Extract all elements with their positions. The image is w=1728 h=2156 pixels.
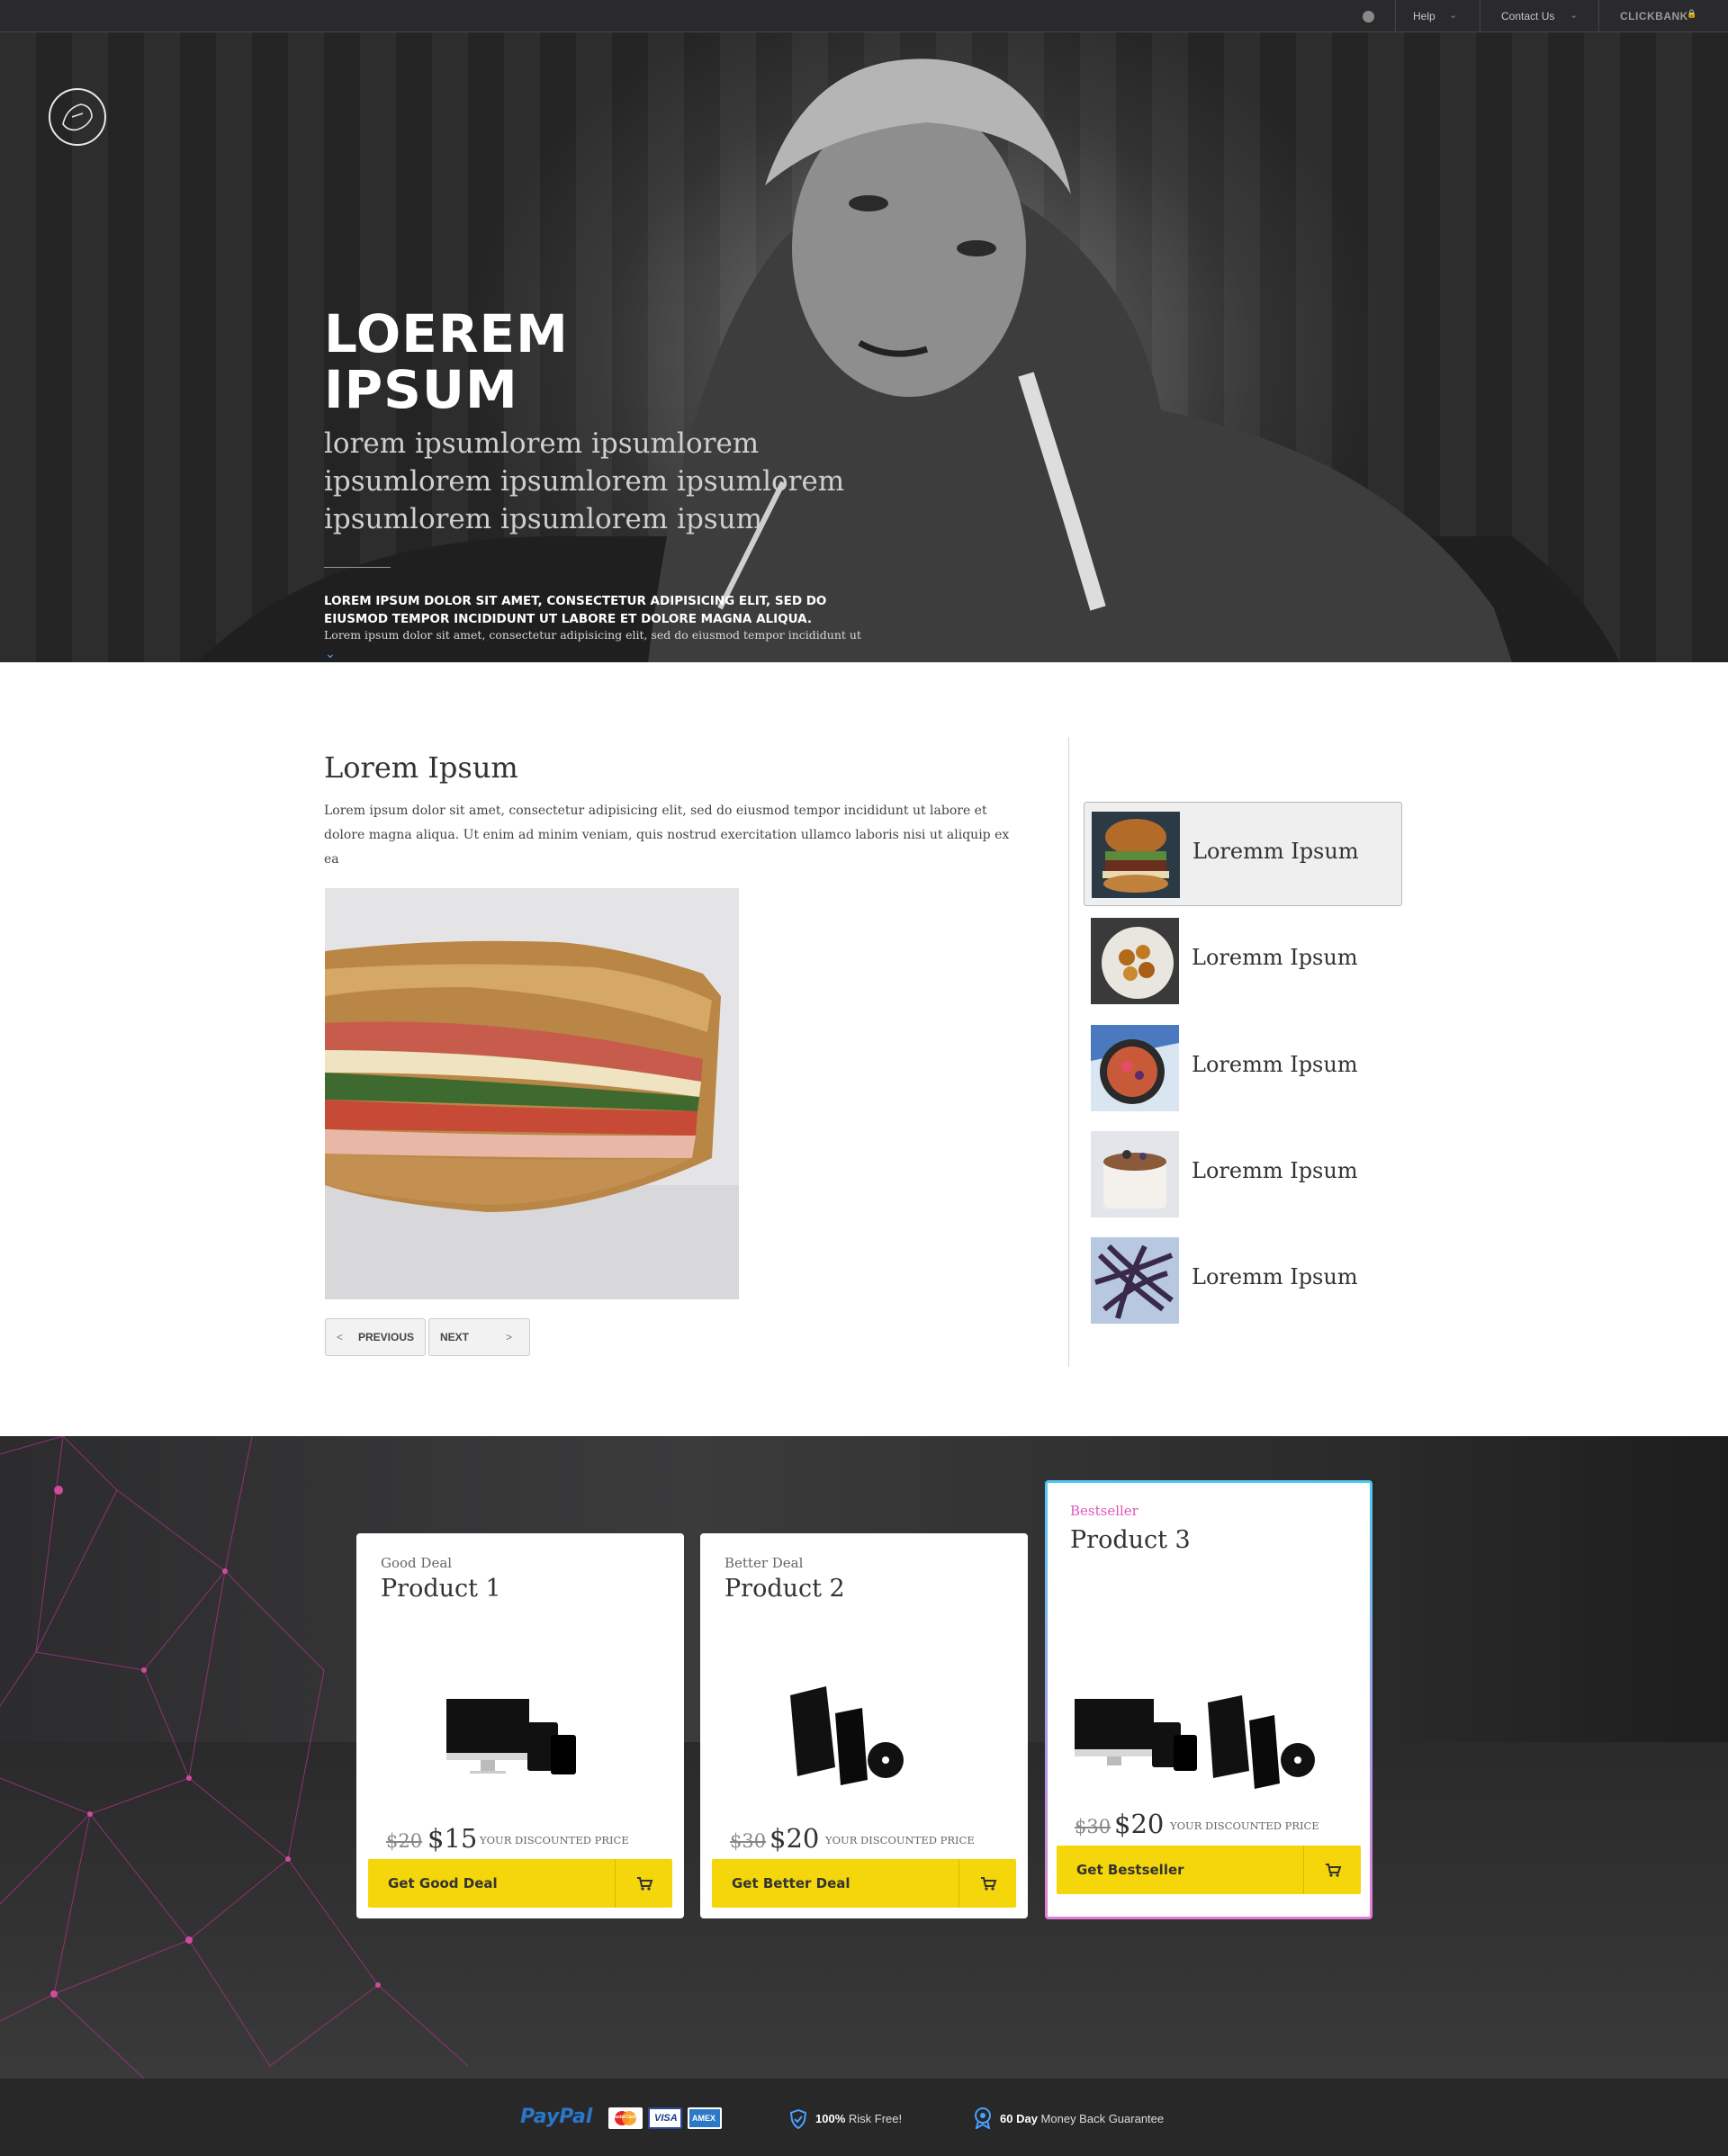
discount-label: YOUR DISCOUNTED PRICE	[825, 1834, 975, 1846]
card-title: Product 2	[724, 1575, 845, 1603]
risk-label: Risk Free!	[848, 2112, 903, 2125]
old-price: $30	[730, 1830, 767, 1852]
new-price: $20	[1114, 1809, 1165, 1839]
amex-label: AMEX	[692, 2114, 716, 2123]
clickbank-logo[interactable]: CLICKBANK	[1620, 10, 1688, 22]
button-label: Get Bestseller	[1076, 1862, 1184, 1878]
product-2-image	[790, 1686, 904, 1785]
burger-image	[1092, 812, 1180, 898]
pricing-card-2: Better Deal Product 2 $30 $20 YOUR DISCO…	[700, 1533, 1028, 1918]
pricing-card-1: Good Deal Product 1 $20 $15 YOUR DISCOUN…	[356, 1533, 684, 1918]
content-paragraph: Lorem ipsum dolor sit amet, consectetur …	[324, 804, 1010, 867]
previous-label: PREVIOUS	[358, 1331, 415, 1343]
content-section: Lorem Ipsum Lorem ipsum dolor sit amet, …	[0, 662, 1728, 1436]
paypal-logo: PayPal	[520, 2106, 593, 2128]
divider	[958, 1859, 959, 1908]
hero-photo	[198, 58, 1620, 662]
button-label: Get Good Deal	[388, 1875, 498, 1891]
cart-icon	[637, 1877, 653, 1891]
product-1-image	[446, 1699, 576, 1774]
chevron-down-icon[interactable]: ⌄	[325, 646, 336, 661]
hero-bold-text: LOREM IPSUM DOLOR SIT AMET, CONSECTETUR …	[324, 594, 827, 626]
content-heading: Lorem Ipsum	[324, 750, 518, 785]
lock-icon: 🔒	[1687, 9, 1697, 18]
sandwich-image	[325, 888, 739, 1299]
guarantee-label: Money Back Guarantee	[1040, 2112, 1165, 2125]
sidebar-item-label: Loremm Ipsum	[1192, 1264, 1358, 1289]
divider	[1303, 1846, 1304, 1894]
get-good-deal-button[interactable]: Get Good Deal	[368, 1859, 672, 1908]
sidebar-item-label: Loremm Ipsum	[1192, 945, 1358, 970]
visa-label: VISA	[654, 2113, 678, 2124]
old-price: $20	[386, 1830, 423, 1852]
badge-icon	[975, 2107, 991, 2129]
contact-menu[interactable]: Contact Us	[1501, 10, 1554, 22]
hero-subtitle: lorem ipsumlorem ipsumlorem ipsumlorem i…	[324, 427, 845, 535]
sidebar-item-2[interactable]: Loremm Ipsum	[1084, 909, 1402, 1013]
sidebar-item-3[interactable]: Loremm Ipsum	[1084, 1016, 1402, 1120]
divider	[324, 567, 391, 568]
chevron-left-icon: <	[337, 1331, 344, 1343]
mastercard-logo: MasterCard	[608, 2107, 643, 2129]
help-menu[interactable]: Help	[1413, 10, 1436, 22]
get-better-deal-button[interactable]: Get Better Deal	[712, 1859, 1016, 1908]
sidebar-item-label: Loremm Ipsum	[1192, 1158, 1358, 1183]
cart-icon	[981, 1877, 997, 1891]
globe-icon[interactable]	[1363, 11, 1374, 22]
card-title: Product 1	[381, 1575, 501, 1603]
get-bestseller-button[interactable]: Get Bestseller	[1057, 1846, 1361, 1894]
product-3-image	[1075, 1695, 1315, 1789]
hero-title: LOEREM IPSUM	[324, 303, 569, 420]
visa-logo: VISA	[648, 2107, 682, 2129]
cake-image	[1091, 1131, 1179, 1217]
card-tag: Better Deal	[724, 1555, 804, 1571]
chevron-down-icon: ⌄	[1570, 10, 1579, 21]
footer: PayPal MasterCard VISA AMEX 100% Risk Fr…	[0, 2079, 1728, 2156]
skillet-image	[1091, 1025, 1179, 1111]
mastercard-label: MasterCard	[611, 2115, 636, 2120]
old-price: $30	[1075, 1816, 1112, 1837]
hero-small-text: Lorem ipsum dolor sit amet, consectetur …	[324, 628, 861, 642]
risk-bold: 100%	[815, 2112, 846, 2125]
bowl-image	[1091, 918, 1179, 1004]
guarantee-bold: 60 Day	[1000, 2112, 1038, 2125]
sidebar-item-1[interactable]: Loremm Ipsum	[1084, 802, 1402, 906]
bestseller-tag: Bestseller	[1070, 1503, 1138, 1519]
discount-label: YOUR DISCOUNTED PRICE	[1170, 1819, 1319, 1832]
cart-icon	[1326, 1864, 1342, 1877]
sidebar-item-4[interactable]: Loremm Ipsum	[1084, 1122, 1402, 1226]
previous-button[interactable]: < PREVIOUS	[325, 1318, 426, 1356]
top-bar: Help ⌄ Contact Us ⌄ CLICKBANK 🔒	[0, 0, 1728, 32]
hero-section: LOEREM IPSUM lorem ipsumlorem ipsumlorem…	[0, 32, 1728, 662]
pricing-section: Good Deal Product 1 $20 $15 YOUR DISCOUN…	[0, 1436, 1728, 2079]
divider	[615, 1859, 616, 1908]
discount-label: YOUR DISCOUNTED PRICE	[480, 1834, 629, 1846]
site-logo[interactable]	[49, 88, 106, 146]
next-label: NEXT	[440, 1331, 470, 1343]
new-price: $15	[428, 1823, 478, 1854]
risk-free-text: 100% Risk Free!	[815, 2112, 902, 2125]
sidebar-item-label: Loremm Ipsum	[1192, 1052, 1358, 1077]
new-price: $20	[770, 1823, 820, 1854]
amex-logo: AMEX	[688, 2107, 722, 2129]
divider	[1395, 0, 1396, 32]
sidebar-item-5[interactable]: Loremm Ipsum	[1084, 1228, 1402, 1333]
divider	[1598, 0, 1599, 32]
beans-image	[1091, 1237, 1179, 1324]
card-tag: Good Deal	[381, 1555, 453, 1571]
button-label: Get Better Deal	[732, 1875, 850, 1891]
chevron-right-icon: >	[506, 1331, 513, 1343]
shield-icon	[790, 2109, 806, 2129]
card-title: Product 3	[1070, 1526, 1191, 1554]
sidebar-item-label: Loremm Ipsum	[1192, 839, 1359, 864]
next-button[interactable]: NEXT >	[428, 1318, 530, 1356]
pricing-card-3: Bestseller Product 3 $30 $20 YOUR DISCOU…	[1045, 1480, 1372, 1919]
guarantee-text: 60 Day Money Back Guarantee	[1000, 2112, 1164, 2125]
chevron-down-icon: ⌄	[1449, 10, 1458, 21]
divider	[1068, 737, 1069, 1367]
